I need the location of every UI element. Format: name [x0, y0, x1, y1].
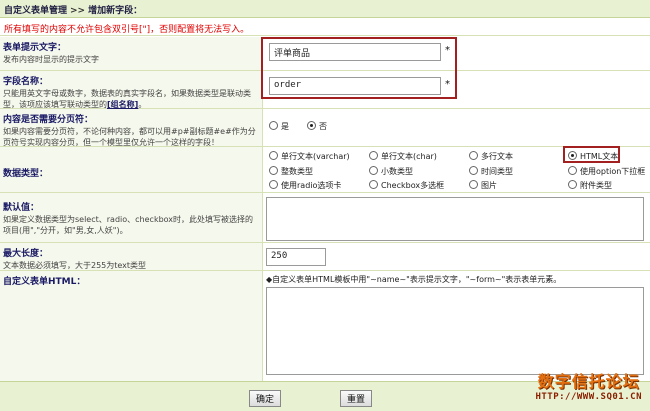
radio-icon[interactable] — [269, 151, 278, 160]
max-length-title: 最大长度： — [3, 249, 49, 259]
datatype-option[interactable]: 附件类型 — [568, 180, 612, 191]
radio-icon[interactable] — [369, 166, 378, 175]
highlight-box-html-type — [563, 146, 620, 163]
label-desc: 发布内容时显示的提示文字 — [3, 55, 99, 64]
field-name-title: 字段名称： — [3, 77, 49, 87]
datatype-option[interactable]: Checkbox多选框 — [369, 180, 444, 191]
datatype-option[interactable]: 单行文本(char) — [369, 151, 437, 162]
row-max-length: 最大长度： 文本数据必须填写，大于255为text类型 250 — [0, 243, 650, 271]
radio-selected-icon[interactable] — [307, 121, 316, 130]
default-value-textarea[interactable] — [266, 197, 644, 241]
header-bar: 自定义表单管理 >> 增加新字段： — [0, 0, 650, 18]
default-title: 默认值： — [3, 203, 40, 213]
radio-icon[interactable] — [568, 180, 577, 189]
data-type-title: 数据类型： — [3, 169, 49, 179]
radio-icon[interactable] — [269, 166, 278, 175]
radio-icon[interactable] — [568, 166, 577, 175]
radio-icon[interactable] — [269, 180, 278, 189]
breadcrumb-separator: >> — [70, 6, 86, 16]
paging-desc: 如果内容需要分页符，不论何种内容，都可以用#p#副标题#e#作为分页符号实现内容… — [3, 127, 256, 147]
row-data-type: 数据类型： 单行文本(varchar) 单行文本(char) 多行文本 HTML… — [0, 147, 650, 193]
max-length-desc: 文本数据必须填写，大于255为text类型 — [3, 261, 147, 270]
max-length-input[interactable]: 250 — [266, 248, 326, 266]
field-name-desc-end: 。 — [138, 100, 147, 109]
radio-icon[interactable] — [469, 180, 478, 189]
row-custom-html: 自定义表单HTML： ◆自定义表单HTML模板中用"~name~"表示提示文字，… — [0, 271, 650, 381]
breadcrumb: 自定义表单管理 >> 增加新字段： — [4, 3, 142, 16]
radio-icon[interactable] — [369, 151, 378, 160]
datatype-option[interactable]: 时间类型 — [469, 166, 513, 177]
paging-title: 内容是否需要分页符： — [3, 115, 94, 125]
datatype-option[interactable]: 使用option下拉框 — [568, 166, 645, 177]
datatype-option[interactable]: 使用radio选项卡 — [269, 180, 341, 191]
warning-text: 所有填写的内容不允许包含双引号["]，否则配置将无法写入。 — [0, 19, 650, 36]
paging-option-no[interactable]: 否 — [307, 121, 327, 132]
row-paging: 内容是否需要分页符： 如果内容需要分页符，不论何种内容，都可以用#p#副标题#e… — [0, 109, 650, 147]
reset-button[interactable]: 重置 — [340, 390, 373, 407]
watermark-url: HTTP://WWW.SQ01.CN — [535, 392, 642, 402]
highlight-box-inputs — [261, 37, 457, 99]
watermark-logo: 数字信托论坛 HTTP://WWW.SQ01.CN — [535, 368, 642, 402]
ok-button[interactable]: 确定 — [249, 390, 282, 407]
watermark-title: 数字信托论坛 — [537, 372, 640, 391]
paging-option-yes[interactable]: 是 — [269, 121, 289, 132]
datatype-option[interactable]: 整数类型 — [269, 166, 313, 177]
datatype-option[interactable]: 单行文本(varchar) — [269, 151, 350, 162]
row-default-value: 默认值： 如果定义数据类型为select、radio、checkbox时，此处填… — [0, 193, 650, 243]
custom-html-textarea[interactable] — [266, 287, 644, 375]
radio-icon[interactable] — [469, 151, 478, 160]
breadcrumb-root[interactable]: 自定义表单管理 — [4, 6, 67, 16]
default-desc: 如果定义数据类型为select、radio、checkbox时，此处填写被选择的… — [3, 215, 254, 235]
custom-html-title: 自定义表单HTML： — [3, 277, 86, 287]
label-title: 表单提示文字： — [3, 43, 67, 53]
radio-icon[interactable] — [469, 166, 478, 175]
datatype-option[interactable]: 小数类型 — [369, 166, 413, 177]
datatype-option[interactable]: 多行文本 — [469, 151, 513, 162]
datatype-option[interactable]: 图片 — [469, 180, 497, 191]
group-name-link[interactable]: [组名称] — [107, 100, 138, 109]
custom-html-hint: ◆自定义表单HTML模板中用"~name~"表示提示文字，"~form~"表示表… — [266, 275, 562, 284]
radio-icon[interactable] — [269, 121, 278, 130]
radio-icon[interactable] — [369, 180, 378, 189]
breadcrumb-current: 增加新字段： — [88, 6, 143, 16]
